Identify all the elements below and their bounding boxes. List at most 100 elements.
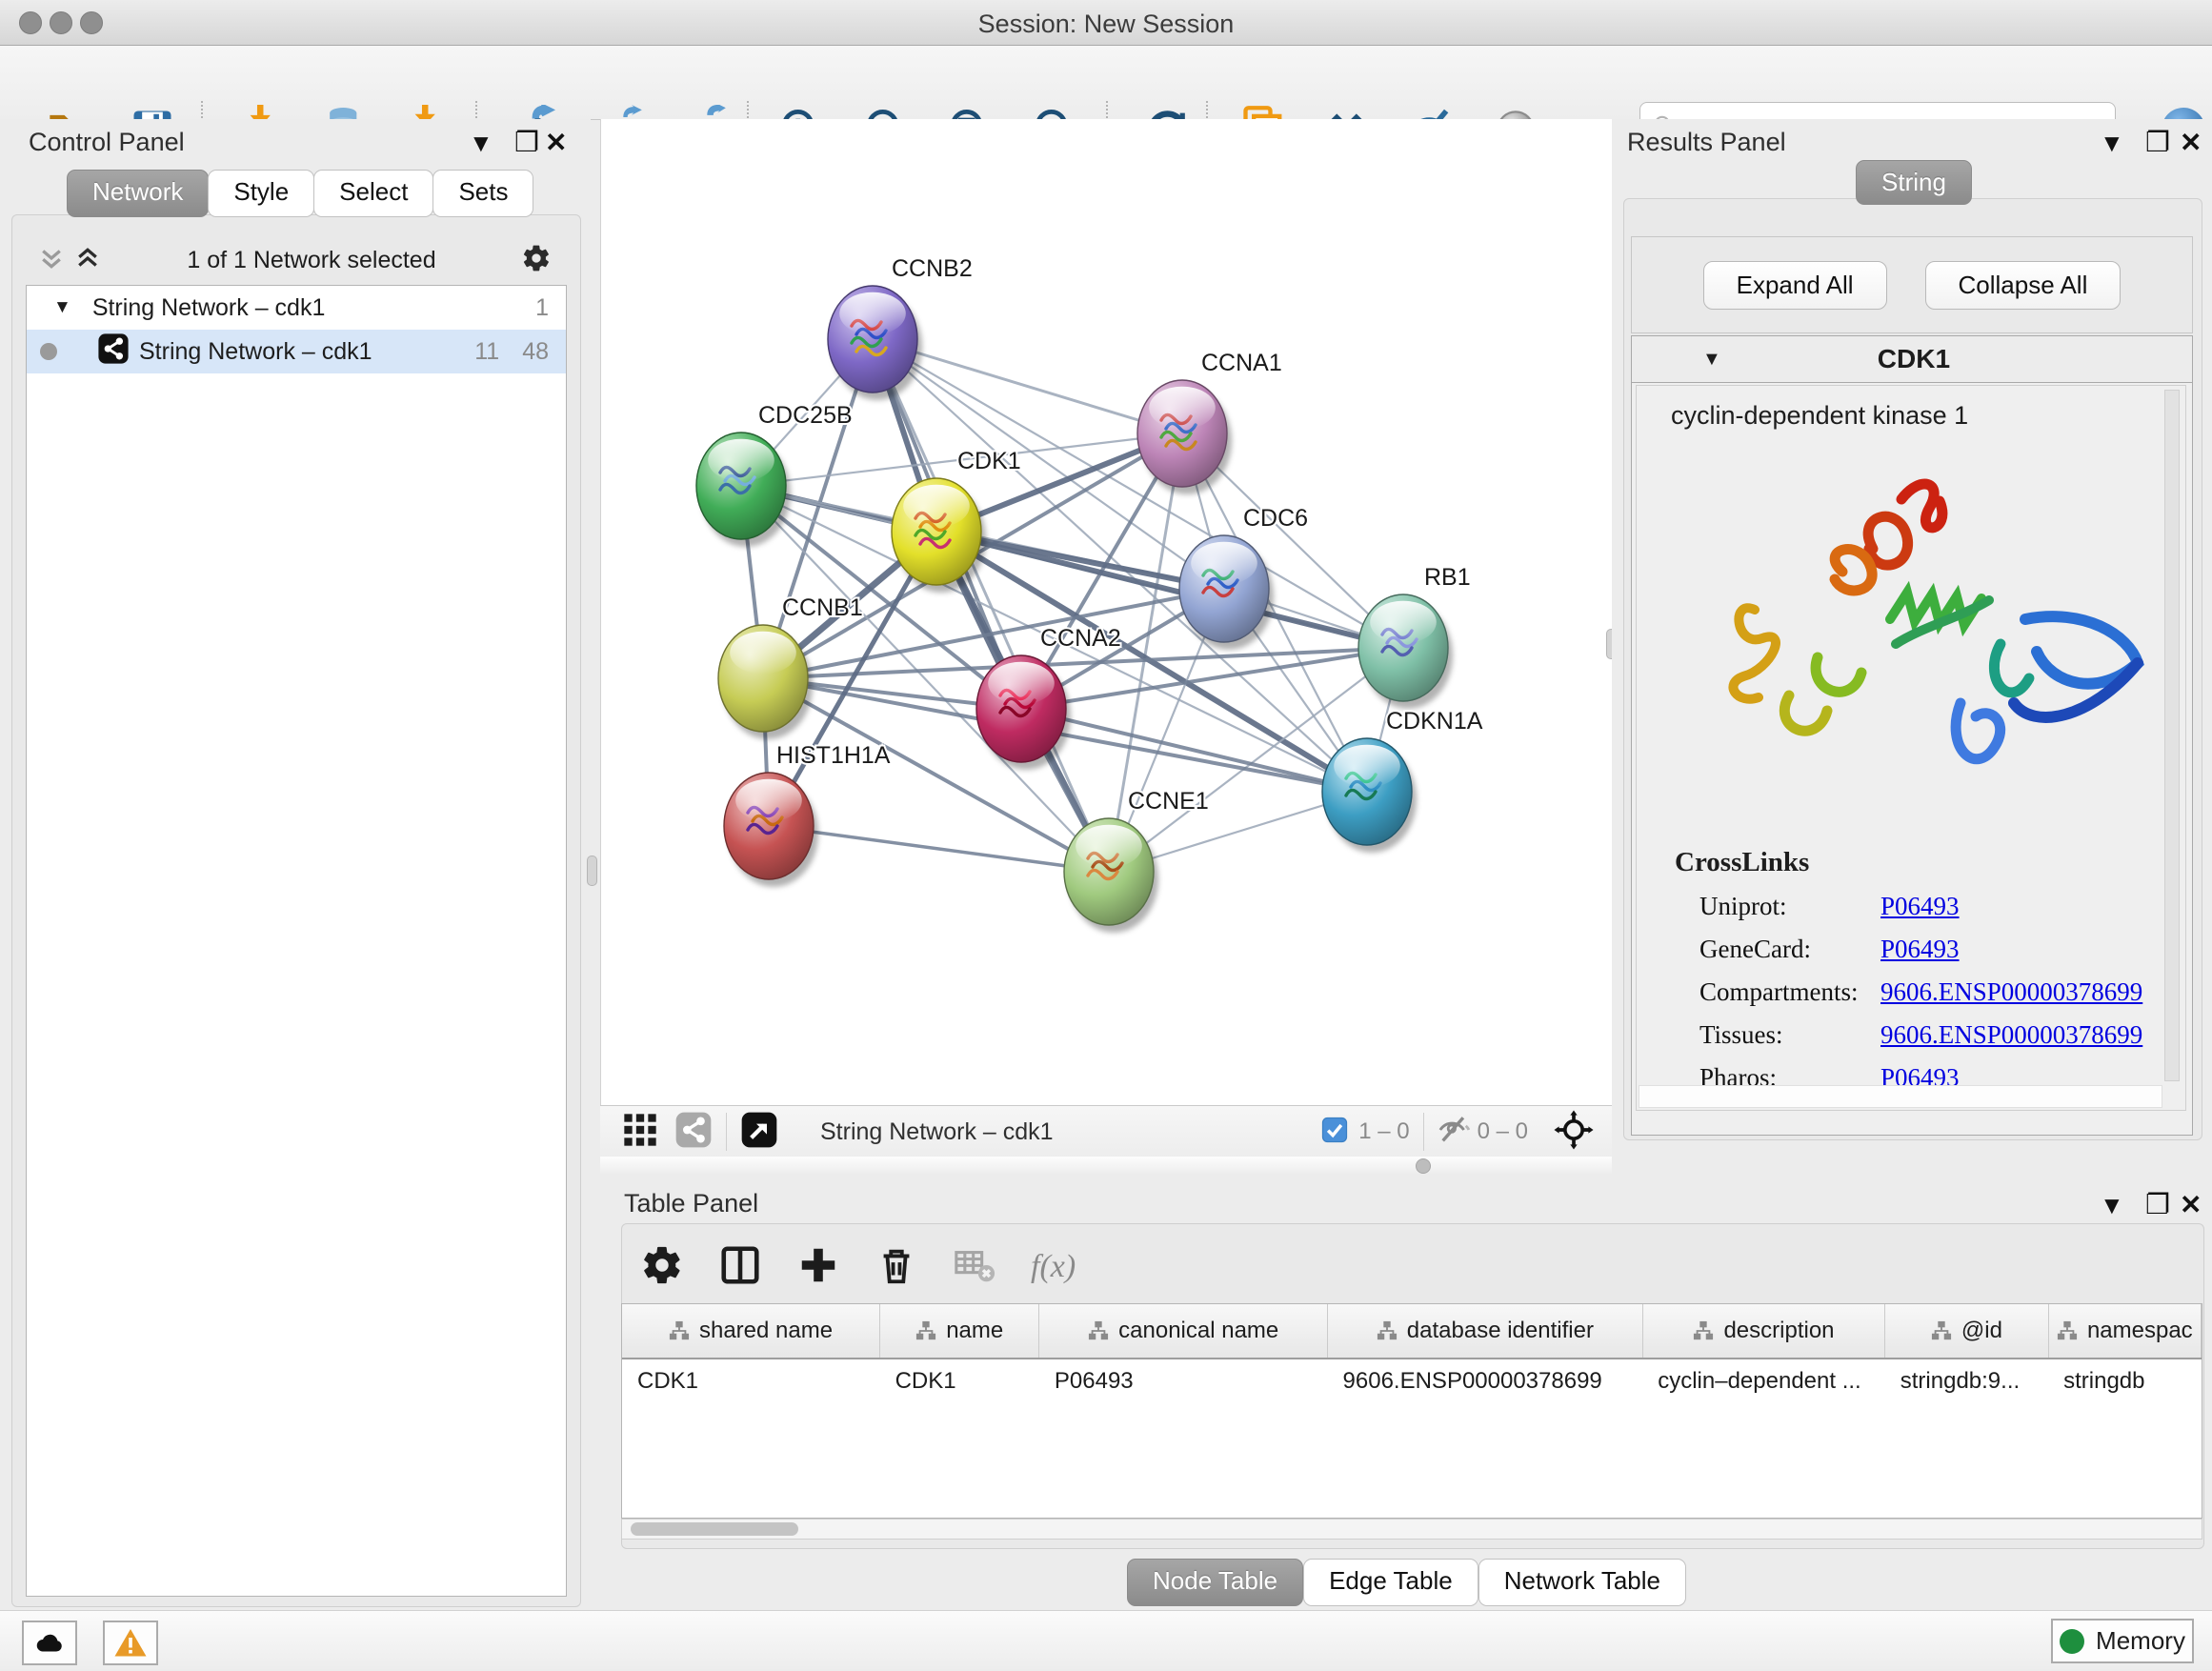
close-panel-icon[interactable]: ✕ — [2180, 127, 2202, 158]
node-CCNA2[interactable] — [976, 655, 1071, 770]
tab-edge-table[interactable]: Edge Table — [1303, 1559, 1478, 1606]
network-row[interactable]: String Network – cdk1 11 48 — [27, 330, 566, 373]
gear-icon[interactable] — [640, 1243, 684, 1292]
gene-section-header[interactable]: ▼ CDK1 — [1632, 336, 2192, 383]
table-cell[interactable]: 9606.ENSP00000378699 — [1328, 1359, 1643, 1403]
dock-panel-icon[interactable]: ❐ — [2145, 126, 2170, 159]
selection-status: 1 of 1 Network selected — [102, 247, 521, 274]
node-CCNB2[interactable] — [828, 286, 922, 400]
close-panel-icon[interactable]: ✕ — [2180, 1189, 2202, 1220]
node-label-CCNA2: CCNA2 — [1040, 625, 1121, 652]
column-header-database-identifier[interactable]: database identifier — [1328, 1304, 1643, 1359]
node-HIST1H1A[interactable] — [724, 773, 818, 887]
tab-select[interactable]: Select — [313, 170, 433, 217]
add-column-icon[interactable] — [796, 1243, 840, 1292]
status-bar: Memory — [0, 1610, 2212, 1671]
close-panel-icon[interactable]: ✕ — [545, 127, 567, 158]
crosshair-icon[interactable] — [1553, 1109, 1595, 1156]
column-header-namespac[interactable]: namespac — [2048, 1304, 2201, 1359]
results-scrollbar[interactable] — [2164, 390, 2180, 1081]
node-RB1[interactable] — [1358, 594, 1453, 709]
table-cell[interactable]: cyclin–dependent ... — [1642, 1359, 1885, 1403]
column-header-description[interactable]: description — [1642, 1304, 1885, 1359]
node-CCNB1[interactable] — [718, 625, 813, 739]
table-cell[interactable]: P06493 — [1039, 1359, 1328, 1403]
crosslink-link[interactable]: P06493 — [1880, 935, 1960, 964]
string-view-icon[interactable] — [674, 1111, 713, 1154]
section-expander-icon[interactable]: ▼ — [1702, 349, 1721, 371]
tab-string[interactable]: String — [1856, 160, 1972, 205]
expand-all-icon[interactable] — [73, 244, 102, 277]
table-cell[interactable]: stringdb — [2048, 1359, 2201, 1403]
node-CDKN1A[interactable] — [1322, 738, 1417, 853]
node-label-CCNB1: CCNB1 — [782, 594, 863, 621]
crosslink-link[interactable]: P06493 — [1880, 892, 1960, 921]
tab-network[interactable]: Network — [67, 170, 209, 217]
horizontal-splitter[interactable] — [600, 1157, 1612, 1174]
node-CDK1[interactable] — [892, 478, 986, 593]
results-bottom-strip — [1639, 1085, 2162, 1108]
collection-count: 1 — [535, 294, 549, 322]
memory-status-dot — [2060, 1629, 2084, 1654]
node-CCNE1[interactable] — [1064, 818, 1158, 933]
float-panel-icon[interactable]: ▼ — [2100, 1191, 2124, 1220]
network-canvas[interactable]: CCNB2CCNA1CDC25BCDK1CDC6RB1CCNB1CCNA2CDK… — [600, 119, 1613, 1105]
node-label-HIST1H1A: HIST1H1A — [776, 742, 891, 769]
table-row[interactable]: CDK1CDK1P064939606.ENSP00000378699cyclin… — [622, 1359, 2202, 1403]
delete-table-icon[interactable] — [953, 1243, 996, 1292]
node-table[interactable]: shared namenamecanonical namedatabase id… — [621, 1303, 2202, 1519]
function-builder-icon[interactable]: f(x) — [1031, 1249, 1076, 1285]
hidden-counts: 0 – 0 — [1478, 1118, 1528, 1145]
cloud-icon — [33, 1627, 66, 1660]
network-collection-row[interactable]: ▼ String Network – cdk1 1 — [27, 286, 566, 330]
left-splitter-handle[interactable] — [587, 856, 597, 886]
tab-network-table[interactable]: Network Table — [1478, 1559, 1686, 1606]
selected-checkbox-icon[interactable] — [1320, 1116, 1349, 1149]
tab-sets[interactable]: Sets — [432, 170, 533, 217]
edge-CCNA2-CDKN1A[interactable] — [1021, 709, 1367, 792]
network-graph[interactable]: CCNB2CCNA1CDC25BCDK1CDC6RB1CCNB1CCNA2CDK… — [601, 119, 1613, 1105]
column-header-shared-name[interactable]: shared name — [622, 1304, 880, 1359]
tab-style[interactable]: Style — [208, 170, 314, 217]
cytoscape-window: Session: New Session — [0, 0, 2212, 1671]
node-CDC25B[interactable] — [696, 433, 791, 547]
column-header-@id[interactable]: @id — [1885, 1304, 2048, 1359]
results-buttons-bar: Expand All Collapse All — [1631, 236, 2193, 333]
table-hscrollbar[interactable] — [621, 1519, 2202, 1540]
expand-all-button[interactable]: Expand All — [1703, 261, 1887, 310]
column-header-canonical-name[interactable]: canonical name — [1039, 1304, 1328, 1359]
birds-eye-icon[interactable] — [740, 1111, 778, 1154]
grid-view-icon[interactable] — [621, 1111, 659, 1154]
table-cell[interactable]: CDK1 — [880, 1359, 1039, 1403]
dock-panel-icon[interactable]: ❐ — [514, 126, 539, 159]
column-header-name[interactable]: name — [880, 1304, 1039, 1359]
delete-column-icon[interactable] — [875, 1243, 918, 1292]
float-panel-icon[interactable]: ▼ — [2100, 129, 2124, 158]
cloud-button[interactable] — [22, 1621, 77, 1665]
table-cell[interactable]: CDK1 — [622, 1359, 880, 1403]
split-columns-icon[interactable] — [718, 1243, 762, 1292]
warning-button[interactable] — [103, 1621, 158, 1665]
dock-panel-icon[interactable]: ❐ — [2145, 1188, 2170, 1221]
edge-CCNB2-CCNE1[interactable] — [873, 339, 1109, 872]
hidden-eye-icon[interactable] — [1438, 1114, 1470, 1151]
edge-HIST1H1A-CCNE1[interactable] — [769, 826, 1109, 872]
crosslink-row: GeneCard:P06493 — [1699, 935, 2185, 964]
table-cell[interactable]: stringdb:9... — [1885, 1359, 2048, 1403]
table-hscrollbar-thumb[interactable] — [631, 1522, 798, 1536]
collection-expander-icon[interactable]: ▼ — [53, 297, 71, 318]
tab-node-table[interactable]: Node Table — [1127, 1559, 1303, 1606]
crosslink-link[interactable]: 9606.ENSP00000378699 — [1880, 977, 2142, 1007]
crosslink-link[interactable]: 9606.ENSP00000378699 — [1880, 1020, 2142, 1050]
splitter-handle-dot[interactable] — [1416, 1158, 1431, 1174]
collapse-all-button[interactable]: Collapse All — [1925, 261, 2122, 310]
gear-icon[interactable] — [521, 243, 552, 278]
table-toolbar: f(x) — [640, 1240, 1076, 1294]
node-CCNA1[interactable] — [1137, 380, 1232, 494]
table-panel-title: Table Panel — [624, 1189, 758, 1218]
network-status-dot — [40, 343, 57, 360]
memory-button[interactable]: Memory — [2051, 1619, 2194, 1663]
collapse-all-icon[interactable] — [37, 244, 66, 277]
node-label-CDK1: CDK1 — [957, 448, 1021, 474]
float-panel-icon[interactable]: ▼ — [469, 129, 493, 158]
